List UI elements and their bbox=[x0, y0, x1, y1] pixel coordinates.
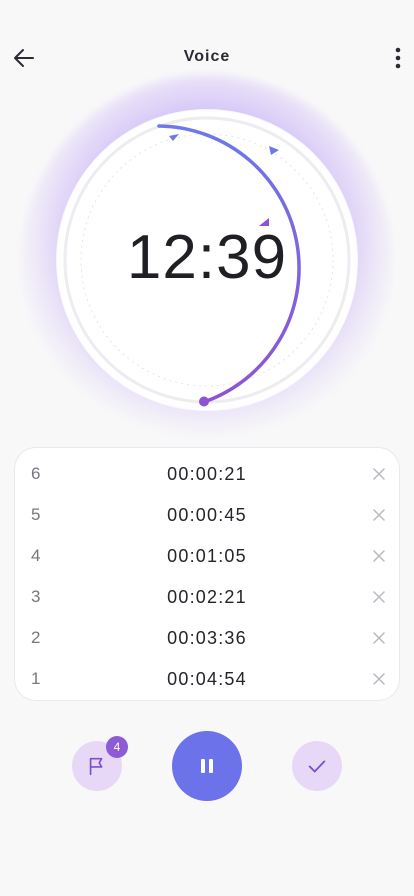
delete-lap-close-icon[interactable] bbox=[371, 548, 387, 564]
finish-button[interactable] bbox=[292, 741, 342, 791]
laps-list: 6 00:00:21 5 00:00:45 4 00:01:05 3 00:02:21 2 00:… bbox=[14, 447, 400, 701]
lap-time: 00:01:05 bbox=[167, 546, 247, 566]
lap-row: 2 00:03:36 bbox=[15, 616, 399, 657]
delete-lap-close-icon[interactable] bbox=[371, 589, 387, 605]
lap-marker bbox=[269, 146, 279, 155]
pause-button[interactable] bbox=[172, 731, 242, 801]
lap-time: 00:02:21 bbox=[167, 587, 247, 607]
lap-row: 4 00:01:05 bbox=[15, 534, 399, 575]
lap-time: 00:00:45 bbox=[167, 505, 247, 525]
progress-knob-dot bbox=[199, 396, 209, 407]
more-vertical-icon bbox=[395, 47, 401, 69]
lap-time: 00:00:21 bbox=[167, 464, 247, 484]
flag-icon bbox=[89, 757, 103, 776]
page-title: Voice bbox=[183, 48, 231, 65]
lap-row: 5 00:00:45 bbox=[15, 493, 399, 534]
lap-row: 1 00:04:54 bbox=[15, 657, 399, 698]
delete-lap-close-icon[interactable] bbox=[371, 630, 387, 646]
delete-lap-close-icon[interactable] bbox=[371, 671, 387, 687]
check-icon bbox=[308, 760, 326, 773]
lap-row: 6 00:00:21 bbox=[15, 452, 399, 493]
lap-time: 00:03:36 bbox=[167, 628, 247, 648]
stopwatch-screen: Voice 12:39 6 00:00:21 5 00:00:45 4 00:0… bbox=[0, 0, 414, 896]
lap-count-badge: 4 bbox=[106, 736, 128, 758]
lap-marker bbox=[169, 134, 179, 141]
timer-display: 12:39 bbox=[126, 223, 288, 292]
more-options-button[interactable] bbox=[386, 42, 410, 74]
lap-row: 3 00:02:21 bbox=[15, 575, 399, 616]
delete-lap-close-icon[interactable] bbox=[371, 507, 387, 523]
pause-icon bbox=[201, 759, 213, 773]
delete-lap-close-icon[interactable] bbox=[371, 466, 387, 482]
lap-time: 00:04:54 bbox=[167, 669, 247, 689]
